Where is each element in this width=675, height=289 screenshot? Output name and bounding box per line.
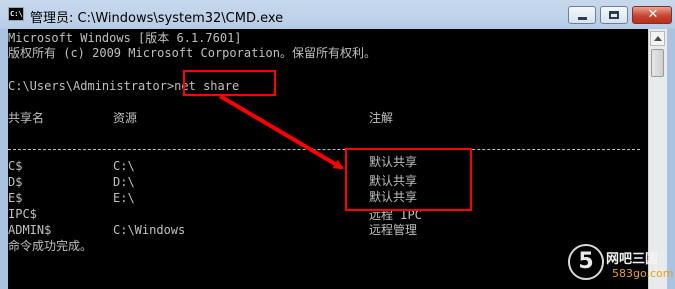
annotation-arrow (218, 94, 344, 170)
site-watermark: 5 网吧三国 583go.com (568, 244, 675, 289)
watermark-name: 网吧三国 (606, 252, 659, 267)
watermark-url: 583go.com (612, 267, 674, 280)
watermark-logo: 5 (568, 244, 604, 280)
cmd-window: C:\ 管理员: C:\Windows\system32\CMD.exe ✕ M… (0, 0, 675, 289)
